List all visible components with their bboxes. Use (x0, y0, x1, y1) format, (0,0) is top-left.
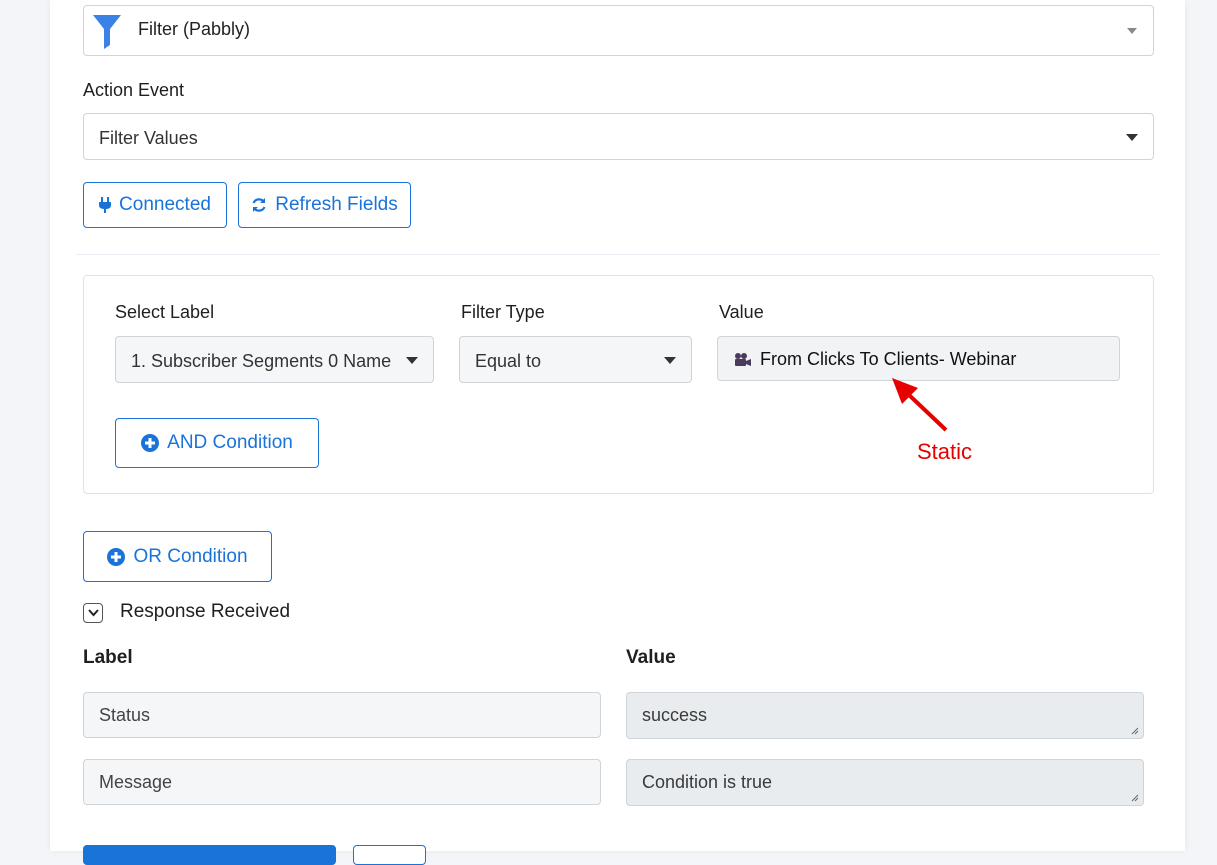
action-event-value: Filter Values (99, 128, 198, 148)
chevron-down-icon (664, 357, 676, 364)
connected-label: Connected (119, 194, 211, 215)
response-row-value[interactable]: success (626, 692, 1144, 739)
and-condition-label: AND Condition (167, 432, 293, 453)
chevron-down-icon (88, 609, 99, 617)
filter-type-heading: Filter Type (461, 302, 545, 322)
app-select-label: Filter (Pabbly) (138, 19, 251, 39)
chevron-down-icon (406, 357, 418, 364)
response-label-text: Status (99, 704, 151, 725)
plus-circle-icon (107, 547, 126, 566)
response-row-label: Status (83, 692, 601, 738)
resize-grip-icon[interactable] (1131, 794, 1139, 802)
response-value-heading: Value (626, 647, 676, 668)
video-camera-icon (735, 353, 751, 366)
refresh-fields-label: Refresh Fields (275, 194, 398, 215)
annotation-arrow (892, 378, 948, 432)
response-toggle[interactable] (83, 603, 103, 623)
plug-icon (99, 197, 112, 213)
funnel-icon (91, 12, 123, 50)
response-row-value[interactable]: Condition is true (626, 759, 1144, 806)
value-text: From Clicks To Clients- Webinar (760, 349, 1017, 369)
chevron-down-icon (1126, 134, 1138, 141)
response-title: Response Received (120, 601, 291, 622)
divider (76, 254, 1160, 255)
response-row-label: Message (83, 759, 601, 805)
select-label-dropdown[interactable]: 1. Subscriber Segments 0 Name (115, 336, 434, 383)
plus-circle-icon (141, 434, 160, 452)
select-label-heading: Select Label (115, 302, 215, 322)
response-value-text: Condition is true (642, 772, 773, 792)
select-label-value: 1. Subscriber Segments 0 Name (131, 351, 392, 371)
connected-button[interactable]: Connected (83, 182, 227, 228)
response-label-heading: Label (83, 647, 133, 668)
resize-grip-icon[interactable] (1131, 727, 1139, 735)
response-label-text: Message (99, 771, 173, 792)
chevron-down-icon (1127, 28, 1137, 34)
refresh-fields-button[interactable]: Refresh Fields (238, 182, 411, 228)
save-button[interactable] (83, 845, 336, 865)
or-condition-label: OR Condition (133, 545, 248, 567)
response-value-text: success (642, 705, 708, 725)
secondary-button[interactable] (353, 845, 426, 865)
and-condition-button[interactable]: AND Condition (115, 418, 319, 468)
value-heading: Value (719, 302, 764, 322)
filter-type-value: Equal to (475, 351, 542, 371)
annotation-label: Static (917, 439, 973, 464)
action-event-select[interactable]: Filter Values (83, 113, 1154, 160)
or-condition-button[interactable]: OR Condition (83, 531, 272, 582)
refresh-icon (252, 198, 266, 212)
filter-type-dropdown[interactable]: Equal to (459, 336, 692, 383)
app-select[interactable]: Filter (Pabbly) (83, 5, 1154, 56)
action-event-label: Action Event (83, 80, 185, 100)
